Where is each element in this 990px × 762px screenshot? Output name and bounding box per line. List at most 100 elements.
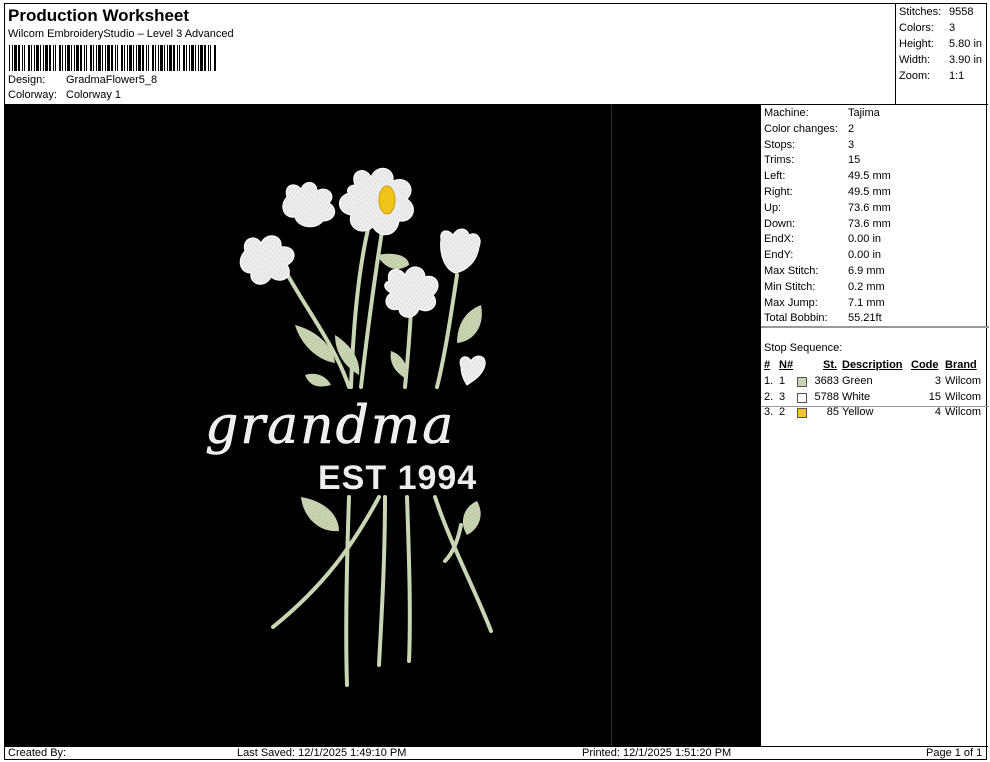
info-rule <box>761 327 989 328</box>
info-value: 49.5 mm <box>848 170 891 183</box>
barcode-bar <box>86 45 87 71</box>
info-label: Up: <box>764 201 782 214</box>
colorway-row: Colorway: Colorway 1 <box>8 89 121 101</box>
barcode-bar <box>121 45 123 71</box>
barcode-bar <box>158 45 159 71</box>
barcode-bar <box>28 45 30 71</box>
info-value: 73.6 mm <box>848 217 891 230</box>
barcode-bar <box>124 45 125 71</box>
worksheet-footer: Created By: Last Saved: 12/1/2025 1:49:1… <box>5 747 988 761</box>
cell-code: 4 <box>934 406 941 418</box>
cell-num: 2. <box>764 390 774 403</box>
summary-zoom: Zoom: 1:1 <box>899 70 965 82</box>
info-row: EndY: 0.00 in <box>764 249 881 261</box>
worksheet-header: Production Worksheet Wilcom EmbroiderySt… <box>5 4 895 104</box>
barcode-bar <box>65 45 66 71</box>
barcode-bar <box>146 45 147 71</box>
barcode-bar <box>90 45 92 71</box>
info-value: 49.5 mm <box>848 186 891 198</box>
barcode-bar <box>22 45 23 71</box>
stem <box>344 495 351 687</box>
grandma-text: grandma <box>205 396 455 456</box>
info-label: Trims: <box>764 154 795 167</box>
leaf <box>377 253 409 270</box>
barcode-bar <box>55 45 56 71</box>
barcode-bar <box>67 45 70 71</box>
cell-code: 15 <box>928 390 941 403</box>
barcode-bar <box>136 45 137 71</box>
info-row: Max Jump: 7.1 mm <box>764 297 885 309</box>
barcode-bar <box>210 45 211 71</box>
barcode-bar <box>40 45 41 71</box>
page-number: Page 1 of 1 <box>926 747 983 759</box>
info-label: Down: <box>764 217 796 230</box>
info-label: Color changes: <box>764 122 838 135</box>
summary-width: Width: 3.90 in <box>899 54 983 66</box>
barcode-bar <box>34 45 35 71</box>
barcode-bar <box>214 45 216 71</box>
barcode-bar <box>62 45 63 71</box>
info-row: Right: 49.5 mm <box>764 186 891 198</box>
barcode-bar <box>142 45 144 71</box>
info-row: Left: 49.5 mm <box>764 170 891 182</box>
design-row: Design: GradmaFlower5_8 <box>8 74 157 86</box>
barcode-bar <box>43 45 44 71</box>
embroidery-design: grandma EST 1994 <box>205 167 493 687</box>
barcode-bar <box>127 45 128 71</box>
info-label: Max Stitch: <box>764 265 819 277</box>
barcode-bar <box>186 45 187 71</box>
barcode-bar <box>12 45 13 71</box>
barcode-bar <box>98 45 101 71</box>
info-label: Left: <box>764 170 786 183</box>
last-saved: Last Saved: 12/1/2025 1:49:10 PM <box>237 747 407 759</box>
barcode-bar <box>189 45 190 71</box>
leaf <box>457 305 482 343</box>
lower-leaves <box>301 497 481 535</box>
flower <box>459 355 486 386</box>
est-text: EST 1994 <box>318 459 477 497</box>
barcode-bar <box>31 45 32 71</box>
table-row: 3. 2 85 Yellow 4 Wilcom <box>761 406 989 420</box>
stop-table-header: # N# St. Description Code Brand <box>764 359 977 371</box>
cell-desc: White <box>842 390 871 403</box>
flower <box>282 182 336 228</box>
barcode-bar <box>24 45 25 71</box>
barcode-bar <box>96 45 97 71</box>
info-value: 0.00 in <box>848 249 882 262</box>
info-label: Right: <box>764 186 793 198</box>
barcode-bar <box>179 45 180 71</box>
info-divider <box>761 326 989 327</box>
info-row: Machine: Tajima <box>764 107 880 119</box>
barcode-icon <box>9 45 216 71</box>
summary-colors: Colors: 3 <box>899 22 956 34</box>
info-row: Stops: 3 <box>764 139 854 151</box>
page-title: Production Worksheet <box>8 6 190 25</box>
barcode-bar <box>183 45 185 71</box>
cell-num: 3. <box>764 406 774 418</box>
design-name: GradmaFlower5_8 <box>66 74 158 86</box>
barcode-bar <box>208 45 209 71</box>
info-value: 0.00 in <box>848 233 882 246</box>
barcode-bar <box>102 45 103 71</box>
stem <box>405 495 412 663</box>
flower <box>339 167 414 236</box>
barcode-bar <box>9 45 10 71</box>
production-worksheet: Production Worksheet Wilcom EmbroiderySt… <box>4 3 989 761</box>
leaf <box>390 351 408 379</box>
summary-panel: Stitches: 9558 Colors: 3 Height: 5.80 in Wi… <box>895 4 987 104</box>
barcode-bar <box>93 45 94 71</box>
stem <box>435 273 459 389</box>
barcode-bar <box>74 45 75 71</box>
stem <box>279 261 351 389</box>
barcode-bar <box>84 45 85 71</box>
info-value: 6.9 mm <box>848 265 885 277</box>
barcode-bar <box>191 45 194 71</box>
info-row: EndX: 0.00 in <box>764 233 881 245</box>
info-row: Down: 73.6 mm <box>764 218 891 230</box>
stop-sequence-title: Stop Sequence: <box>764 342 843 354</box>
info-value: 15 <box>848 154 861 167</box>
colorway-label: Colorway: <box>8 89 57 101</box>
leaf <box>462 501 481 535</box>
cell-num: 1. <box>764 375 774 387</box>
info-value: 3 <box>848 138 855 151</box>
